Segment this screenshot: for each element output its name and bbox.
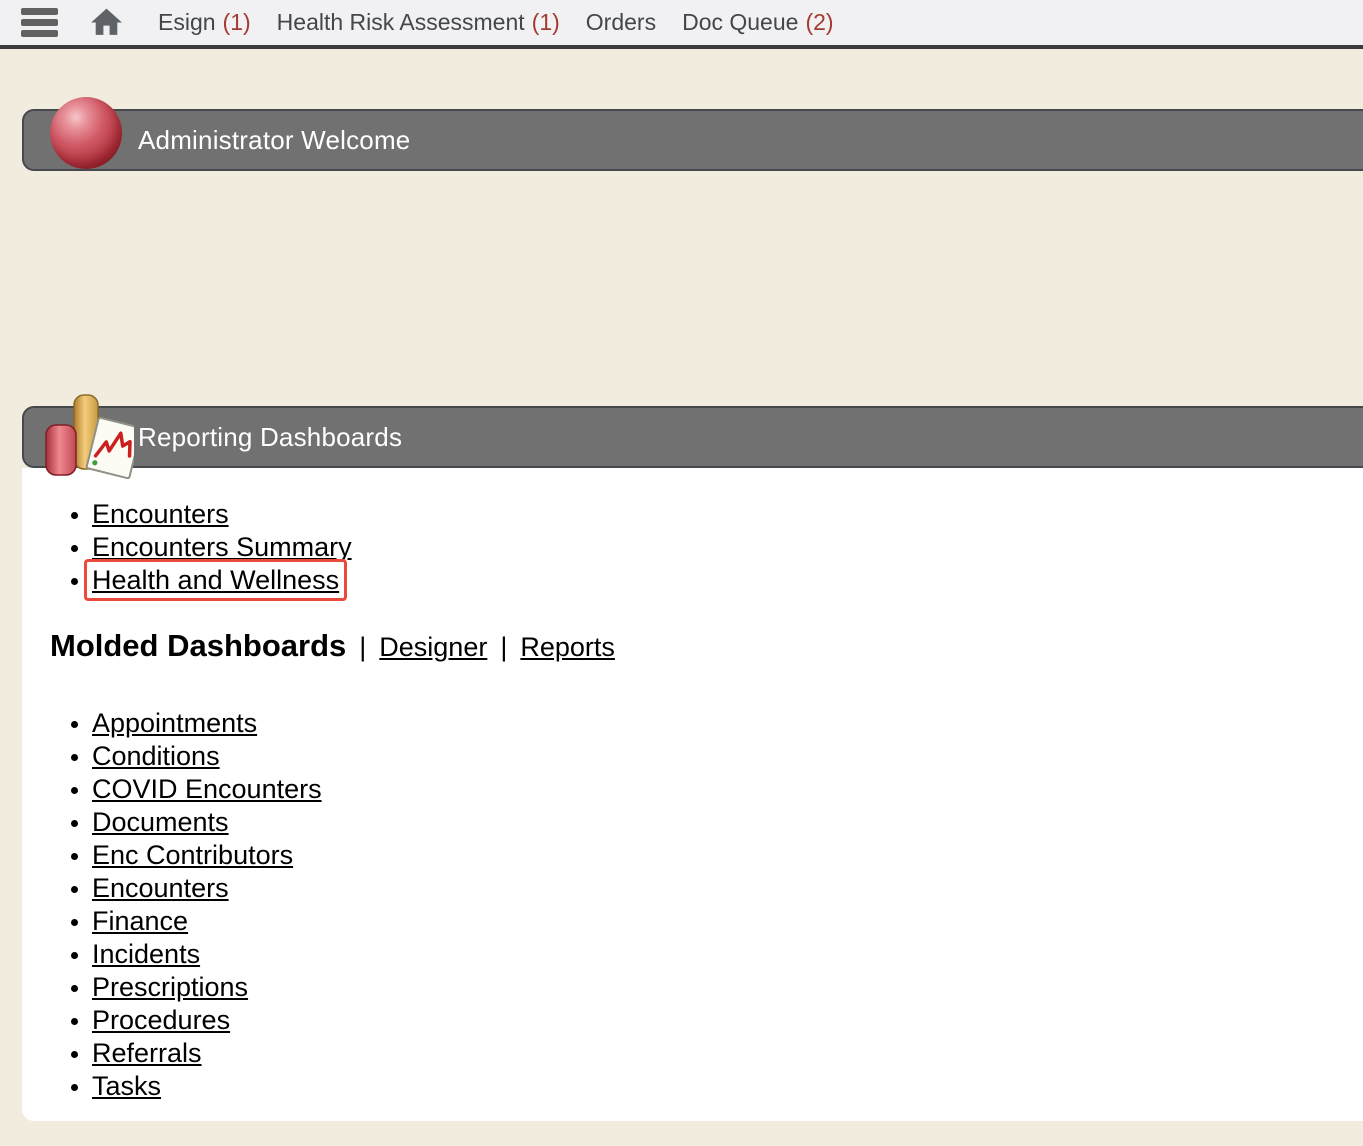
reports-link[interactable]: Reports [520, 628, 615, 666]
designer-link[interactable]: Designer [379, 628, 487, 666]
nav-item-count: (2) [805, 9, 833, 36]
molded-dashboards-heading: Molded Dashboards | Designer | Reports [50, 627, 1363, 666]
nav-item-label: Health Risk Assessment [277, 9, 525, 36]
molded-link-encounters[interactable]: Encounters [92, 873, 229, 903]
nav-item-count: (1) [223, 9, 251, 36]
list-item: Conditions [92, 740, 1363, 773]
reporting-link-health-and-wellness[interactable]: Health and Wellness [92, 565, 339, 595]
hamburger-menu-icon[interactable] [20, 6, 58, 40]
list-item: Health and Wellness [92, 564, 1363, 597]
nav-item-doc-queue[interactable]: Doc Queue (2) [682, 9, 833, 36]
list-item: Prescriptions [92, 971, 1363, 1004]
reporting-links-list: Encounters Encounters Summary Health and… [22, 498, 1363, 597]
reporting-dashboards-title: Reporting Dashboards [138, 422, 402, 453]
molded-link-documents[interactable]: Documents [92, 807, 229, 837]
list-item: Enc Contributors [92, 839, 1363, 872]
molded-link-appointments[interactable]: Appointments [92, 708, 257, 738]
nav-item-label: Doc Queue [682, 9, 798, 36]
reporting-link-encounters-summary[interactable]: Encounters Summary [92, 532, 352, 562]
pipe-separator: | [500, 628, 507, 666]
molded-link-conditions[interactable]: Conditions [92, 741, 220, 771]
list-item: Procedures [92, 1004, 1363, 1037]
list-item: Referrals [92, 1037, 1363, 1070]
list-item: Encounters [92, 498, 1363, 531]
reporting-dashboards-content: Encounters Encounters Summary Health and… [22, 468, 1363, 1121]
molded-dashboards-heading-text: Molded Dashboards [50, 627, 346, 665]
report-chart-icon [42, 394, 134, 482]
nav-item-label: Orders [586, 9, 656, 36]
molded-link-tasks[interactable]: Tasks [92, 1071, 161, 1101]
molded-link-enc-contributors[interactable]: Enc Contributors [92, 840, 293, 870]
molded-link-prescriptions[interactable]: Prescriptions [92, 972, 248, 1002]
nav-item-health-risk-assessment[interactable]: Health Risk Assessment (1) [277, 9, 560, 36]
molded-link-covid-encounters[interactable]: COVID Encounters [92, 774, 322, 804]
pipe-separator: | [359, 628, 366, 666]
list-item: Encounters [92, 872, 1363, 905]
nav-item-count: (1) [532, 9, 560, 36]
molded-link-procedures[interactable]: Procedures [92, 1005, 230, 1035]
molded-link-referrals[interactable]: Referrals [92, 1038, 202, 1068]
list-item: Finance [92, 905, 1363, 938]
admin-welcome-panel-header[interactable]: Administrator Welcome [22, 109, 1363, 171]
nav-links: Esign (1) Health Risk Assessment (1) Ord… [158, 9, 834, 36]
molded-links-list: Appointments Conditions COVID Encounters… [22, 707, 1363, 1103]
molded-link-incidents[interactable]: Incidents [92, 939, 200, 969]
reporting-dashboards-panel-header[interactable]: Reporting Dashboards [22, 406, 1363, 468]
nav-item-orders[interactable]: Orders [586, 9, 656, 36]
list-item: Tasks [92, 1070, 1363, 1103]
highlight-box: Health and Wellness [84, 559, 347, 601]
admin-welcome-title: Administrator Welcome [138, 125, 410, 156]
list-item: COVID Encounters [92, 773, 1363, 806]
list-item: Incidents [92, 938, 1363, 971]
home-icon[interactable] [88, 4, 125, 41]
nav-item-esign[interactable]: Esign (1) [158, 9, 251, 36]
top-nav: Esign (1) Health Risk Assessment (1) Ord… [0, 0, 1363, 49]
nav-item-label: Esign [158, 9, 216, 36]
red-sphere-icon [50, 97, 122, 169]
list-item: Documents [92, 806, 1363, 839]
list-item: Appointments [92, 707, 1363, 740]
molded-link-finance[interactable]: Finance [92, 906, 188, 936]
reporting-link-encounters[interactable]: Encounters [92, 499, 229, 529]
